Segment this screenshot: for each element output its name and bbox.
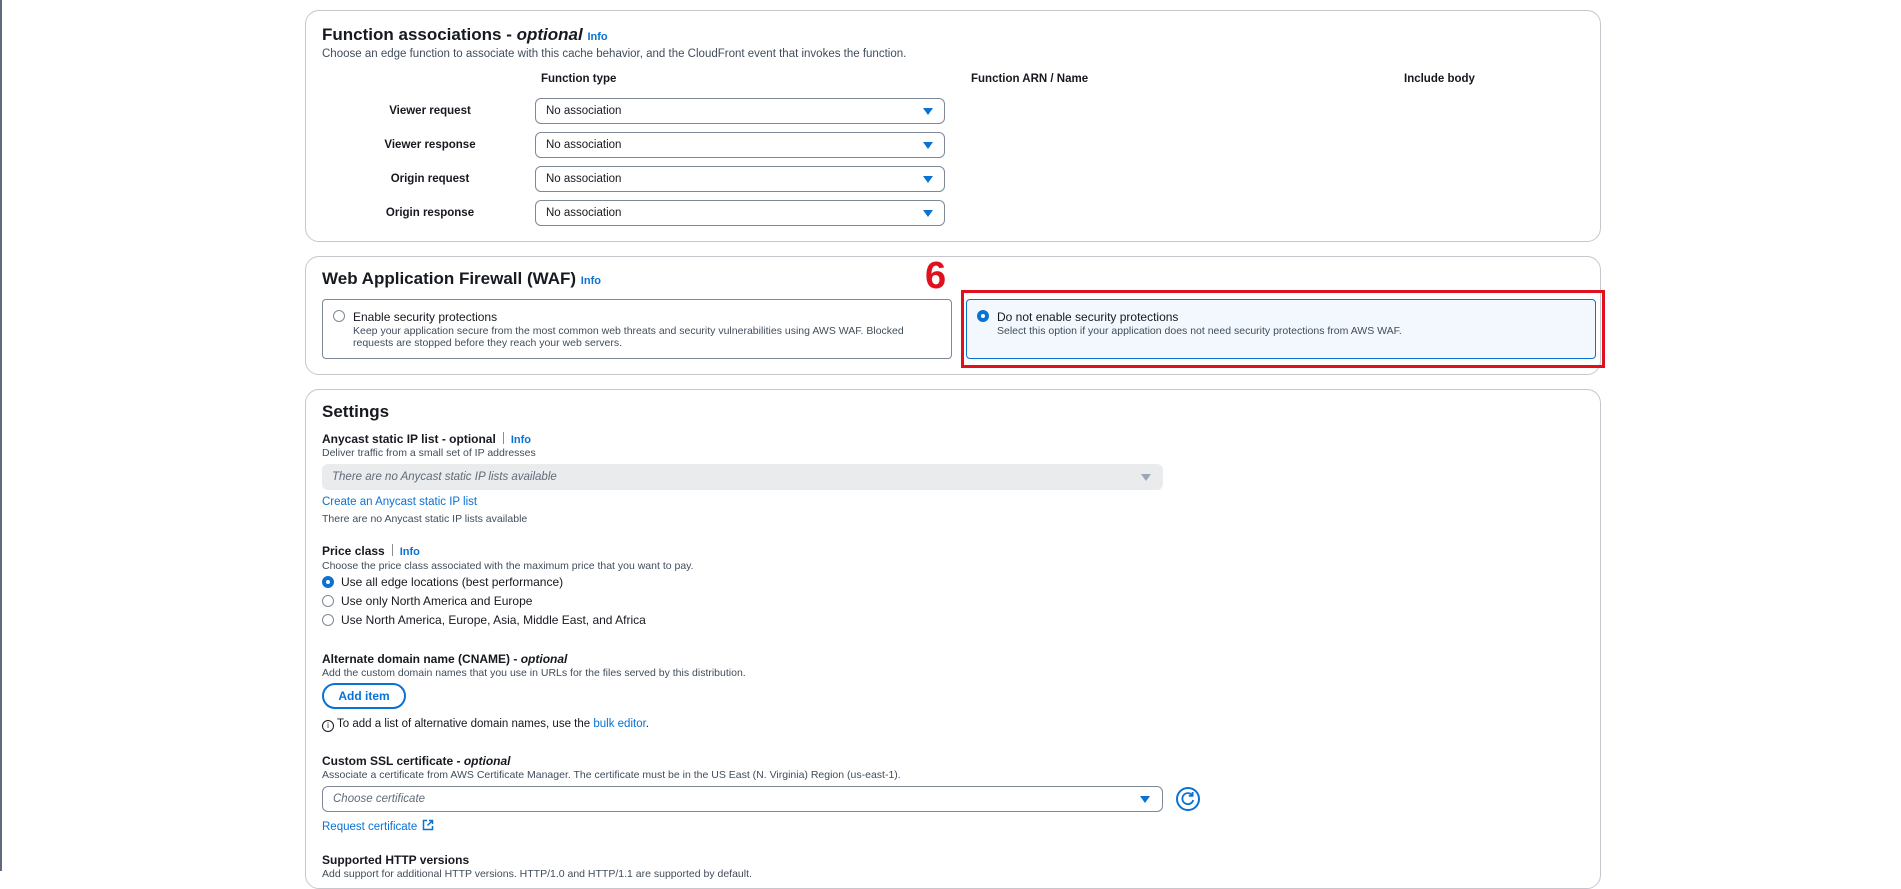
bulk-editor-link[interactable]: bulk editor	[593, 718, 645, 730]
option-description: Keep your application secure from the mo…	[353, 325, 904, 349]
request-certificate-link[interactable]: Request certificate	[322, 819, 434, 833]
anycast-select-disabled: There are no Anycast static IP lists ava…	[322, 464, 1163, 490]
function-associations-description: Choose an edge function to associate wit…	[322, 48, 907, 60]
anycast-label: Anycast static IP list - optional Info	[322, 432, 531, 446]
ssl-description: Associate a certificate from AWS Certifi…	[322, 769, 901, 781]
radio-button[interactable]	[322, 614, 334, 626]
waf-option-enable[interactable]: Enable security protections Keep your ap…	[322, 299, 952, 359]
refresh-button[interactable]	[1176, 787, 1200, 811]
http-versions-label: Supported HTTP versions	[322, 853, 470, 867]
info-link[interactable]: Info	[400, 546, 420, 558]
row-label-viewer-response: Viewer response	[384, 139, 476, 151]
caret-down-icon	[1140, 796, 1150, 803]
function-associations-title: Function associations - optional Info	[322, 25, 608, 44]
add-item-button[interactable]: Add item	[322, 683, 406, 709]
cname-label: Alternate domain name (CNAME) - optional	[322, 652, 568, 666]
waf-title: Web Application Firewall (WAF) Info	[322, 269, 601, 288]
caret-down-icon	[923, 142, 933, 149]
settings-panel: Settings Anycast static IP list - option…	[305, 389, 1601, 889]
caret-down-icon	[923, 210, 933, 217]
select-value: No association	[546, 105, 622, 117]
refresh-icon	[1181, 792, 1195, 806]
anycast-note: There are no Anycast static IP lists ava…	[322, 513, 528, 525]
column-header-function-type: Function type	[541, 73, 617, 85]
price-class-option-na-eu[interactable]: Use only North America and Europe	[322, 594, 532, 608]
info-link[interactable]: Info	[581, 275, 601, 287]
radio-button[interactable]	[322, 595, 334, 607]
info-link[interactable]: Info	[587, 31, 607, 43]
info-circle-icon: i	[322, 720, 334, 732]
select-value: No association	[546, 139, 622, 151]
certificate-select[interactable]: Choose certificate	[322, 786, 1163, 812]
row-label-origin-request: Origin request	[390, 173, 470, 185]
cname-description: Add the custom domain names that you use…	[322, 667, 746, 679]
radio-button[interactable]	[322, 576, 334, 588]
info-link[interactable]: Info	[511, 434, 531, 446]
price-class-label: Price class Info	[322, 544, 420, 558]
bulk-editor-hint: i To add a list of alternative domain nam…	[322, 718, 649, 732]
create-anycast-link[interactable]: Create an Anycast static IP list	[322, 496, 477, 508]
settings-title: Settings	[322, 402, 390, 421]
function-type-select-viewer-response[interactable]: No association	[535, 132, 945, 158]
annotation-step-number: 6	[925, 255, 947, 297]
price-class-option-all[interactable]: Use all edge locations (best performance…	[322, 575, 563, 589]
annotation-highlight-box	[961, 290, 1605, 368]
http-versions-description: Add support for additional HTTP versions…	[322, 868, 752, 880]
function-associations-panel: Function associations - optional Info Ch…	[305, 10, 1601, 242]
anycast-description: Deliver traffic from a small set of IP a…	[322, 447, 536, 459]
ssl-label: Custom SSL certificate - optional	[322, 754, 511, 768]
price-class-description: Choose the price class associated with t…	[322, 560, 694, 572]
caret-down-icon	[923, 108, 933, 115]
price-class-option-na-eu-asia[interactable]: Use North America, Europe, Asia, Middle …	[322, 613, 646, 627]
column-header-function-arn: Function ARN / Name	[971, 73, 1089, 85]
caret-down-icon	[1141, 474, 1151, 481]
caret-down-icon	[923, 176, 933, 183]
select-value: No association	[546, 207, 622, 219]
function-type-select-origin-response[interactable]: No association	[535, 200, 945, 226]
radio-enable-security[interactable]	[333, 310, 345, 322]
option-title: Enable security protections	[353, 310, 498, 324]
select-value: No association	[546, 173, 622, 185]
column-header-include-body: Include body	[1404, 73, 1475, 85]
function-type-select-viewer-request[interactable]: No association	[535, 98, 945, 124]
row-label-origin-response: Origin response	[385, 207, 475, 219]
function-type-select-origin-request[interactable]: No association	[535, 166, 945, 192]
row-label-viewer-request: Viewer request	[389, 105, 471, 117]
left-border	[0, 0, 2, 871]
external-link-icon	[423, 819, 434, 831]
